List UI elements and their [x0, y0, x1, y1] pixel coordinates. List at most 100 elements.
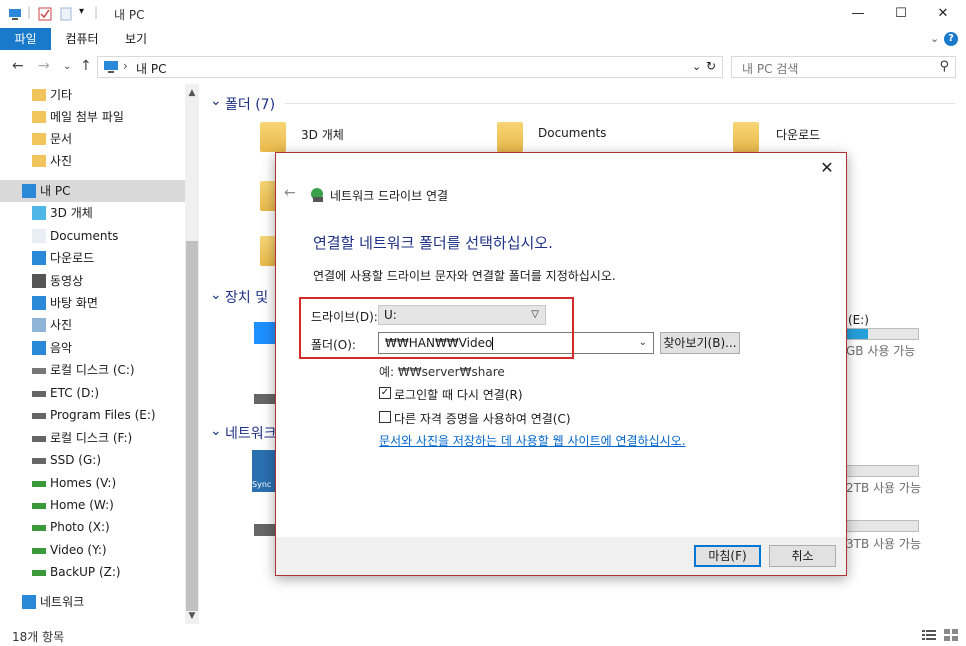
local-disk-icon [32, 368, 46, 374]
sidebar-item[interactable]: 사진 [0, 314, 185, 336]
breadcrumb[interactable]: 내 PC [136, 60, 166, 77]
sidebar-item[interactable]: Video (Y:) [0, 539, 185, 561]
tab-computer[interactable]: 컴퓨터 [57, 28, 107, 50]
properties-icon[interactable] [38, 7, 52, 21]
cancel-button[interactable]: 취소 [769, 545, 836, 567]
group-devices-toggle[interactable]: ⌄ [210, 287, 222, 303]
minimize-button[interactable]: — [835, 0, 881, 28]
windows-drive-icon[interactable] [254, 322, 276, 344]
sidebar-item[interactable]: Program Files (E:) [0, 404, 185, 426]
sidebar-item[interactable]: 내 PC [0, 180, 185, 202]
browse-button[interactable]: 찾아보기(B)... [660, 332, 740, 354]
sidebar-item[interactable]: 문서 [0, 128, 185, 150]
drive-icon [32, 458, 46, 464]
network-drive-icon[interactable] [254, 524, 276, 536]
search-icon[interactable]: ⚲ [939, 59, 949, 74]
address-bar[interactable]: › 내 PC ⌄ ↻ [97, 56, 723, 78]
expand-ribbon-icon[interactable]: ⌄ [930, 32, 939, 45]
drive-usage-bar [846, 520, 919, 532]
scroll-down-icon[interactable]: ▼ [185, 609, 199, 623]
sidebar-item[interactable]: 음악 [0, 337, 185, 359]
maximize-button[interactable]: ☐ [878, 0, 924, 28]
3d-objects-icon[interactable] [260, 122, 286, 152]
group-network-toggle[interactable]: ⌄ [210, 423, 222, 439]
scroll-thumb[interactable] [186, 241, 198, 611]
pictures-icon [32, 318, 46, 332]
sidebar-item[interactable]: ETC (D:) [0, 382, 185, 404]
reconnect-checkbox[interactable]: ✓ [379, 387, 391, 399]
divider [285, 103, 955, 104]
drive-icon[interactable] [254, 394, 276, 404]
group-folders-heading[interactable]: 폴더 (7) [225, 94, 275, 114]
group-devices-heading[interactable]: 장치 및 [225, 287, 268, 307]
help-icon[interactable]: ? [944, 32, 958, 46]
sidebar-item[interactable]: 네트워크 [0, 591, 185, 613]
other-credentials-checkbox[interactable] [379, 411, 391, 423]
navigation-bar: ← → ⌄ ↑ › 내 PC ⌄ ↻ 내 PC 검색 ⚲ [0, 54, 966, 80]
sidebar-item[interactable]: 다운로드 [0, 247, 185, 269]
dialog-close-button[interactable]: ✕ [814, 157, 840, 179]
large-icons-view-icon[interactable] [944, 629, 958, 641]
sidebar-item[interactable]: Homes (V:) [0, 472, 185, 494]
reconnect-label[interactable]: 로그인할 때 다시 연결(R) [394, 386, 523, 403]
tab-view[interactable]: 보기 [113, 28, 159, 50]
desktop-icon [32, 296, 46, 310]
web-site-link[interactable]: 문서와 사진을 저장하는 데 사용할 웹 사이트에 연결하십시오. [379, 432, 686, 449]
network-drive-icon [32, 503, 46, 509]
sidebar-item[interactable]: 3D 개체 [0, 202, 185, 224]
sidebar-item-label: Program Files (E:) [50, 408, 156, 422]
documents-folder-icon[interactable] [497, 122, 523, 152]
sidebar-item[interactable]: 로컬 디스크 (C:) [0, 359, 185, 381]
chevron-down-icon[interactable]: ⌄ [639, 337, 647, 348]
details-view-icon[interactable] [922, 629, 936, 641]
folder-tile-3d-objects[interactable]: 3D 개체 [301, 126, 344, 143]
sidebar-item[interactable]: Home (W:) [0, 494, 185, 516]
up-icon[interactable]: ↑ [80, 58, 92, 74]
forward-icon[interactable]: → [38, 58, 50, 74]
sidebar-item[interactable]: 사진 [0, 150, 185, 172]
sidebar-scrollbar[interactable]: ▲ ▼ [185, 84, 199, 624]
sidebar-item-label: 다운로드 [50, 251, 95, 265]
sidebar-item[interactable]: 기타 [0, 84, 185, 106]
drive-icon [32, 413, 46, 419]
sidebar-item-label: 메일 첨부 파일 [50, 110, 124, 124]
sidebar-item[interactable]: BackUP (Z:) [0, 561, 185, 583]
sidebar-item-label: BackUP (Z:) [50, 565, 121, 579]
sidebar-item[interactable]: SSD (G:) [0, 449, 185, 471]
drive-usage-bar [846, 465, 919, 477]
customize-quick-access-icon[interactable]: ▾ [79, 6, 84, 17]
status-bar: 18개 항목 [0, 624, 966, 646]
back-icon[interactable]: ← [12, 58, 24, 74]
sidebar-item-label: Photo (X:) [50, 520, 110, 534]
sidebar-item-label: 음악 [50, 341, 73, 355]
network-drive-icon [32, 481, 46, 487]
sidebar-item-label: 동영상 [50, 274, 84, 288]
close-button[interactable]: ✕ [920, 0, 966, 28]
downloads-folder-icon[interactable] [733, 122, 759, 152]
synology-nas-icon[interactable]: Sync [252, 450, 276, 492]
address-history-icon[interactable]: ⌄ [692, 60, 701, 73]
scroll-up-icon[interactable]: ▲ [185, 86, 199, 100]
sidebar-item[interactable]: Photo (X:) [0, 516, 185, 538]
recent-locations-icon[interactable]: ⌄ [63, 61, 71, 72]
folder-tile-downloads[interactable]: 다운로드 [776, 126, 820, 143]
new-folder-icon[interactable] [59, 7, 73, 21]
group-network-heading[interactable]: 네트워크 [225, 423, 277, 443]
sidebar-item-label: 로컬 디스크 (C:) [50, 363, 135, 377]
sidebar-item[interactable]: 메일 첨부 파일 [0, 106, 185, 128]
sidebar-item[interactable]: 바탕 화면 [0, 292, 185, 314]
ribbon-tabs: 파일 컴퓨터 보기 ⌄ ? [0, 28, 966, 50]
search-input[interactable]: 내 PC 검색 ⚲ [731, 56, 956, 78]
sidebar-item[interactable]: Documents [0, 225, 185, 247]
dialog-back-icon[interactable]: ← [284, 185, 296, 201]
sidebar-item[interactable]: 동영상 [0, 270, 185, 292]
other-credentials-label[interactable]: 다른 자격 증명을 사용하여 연결(C) [394, 410, 571, 427]
group-folders-toggle[interactable]: ⌄ [210, 93, 222, 109]
folder-tile-documents[interactable]: Documents [538, 126, 606, 140]
finish-button[interactable]: 마침(F) [694, 545, 761, 567]
tab-file[interactable]: 파일 [0, 28, 51, 50]
refresh-icon[interactable]: ↻ [706, 59, 716, 73]
pc-icon[interactable] [8, 7, 22, 21]
sidebar-item[interactable]: 로컬 디스크 (F:) [0, 427, 185, 449]
drive-letter: (E:) [848, 313, 869, 327]
